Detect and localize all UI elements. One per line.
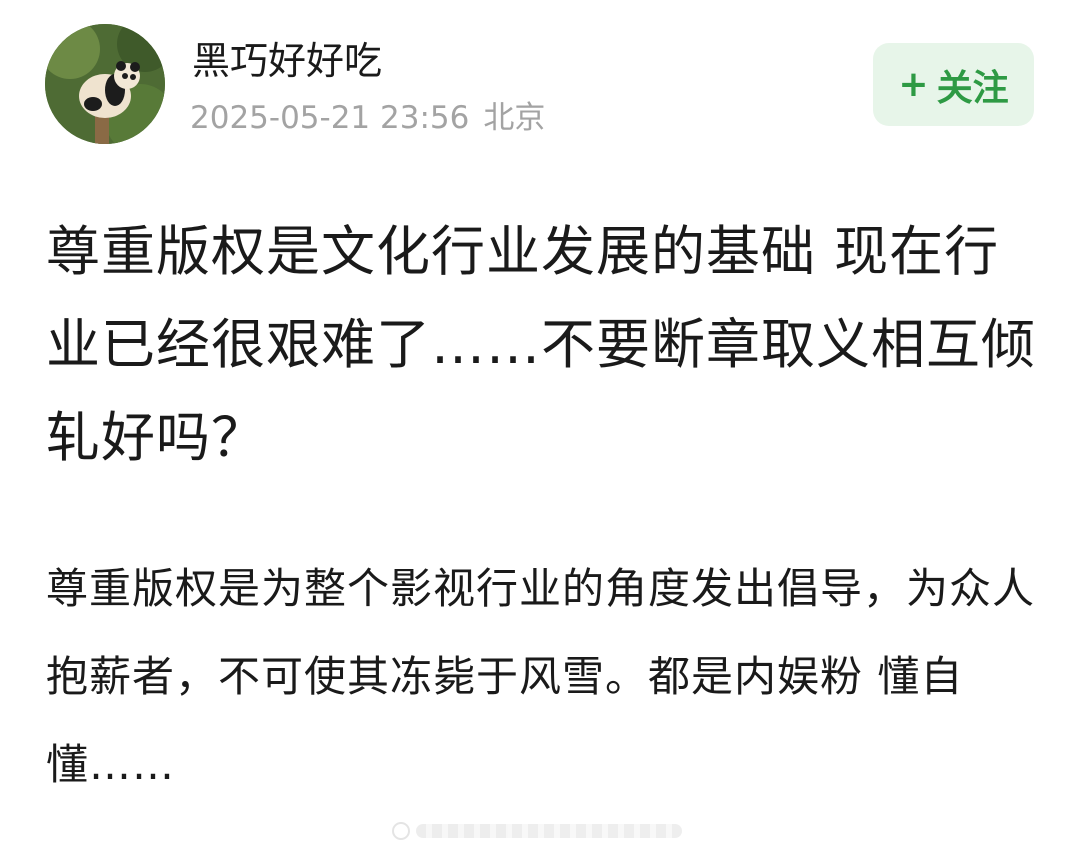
follow-button[interactable]: + 关注	[873, 43, 1034, 126]
watermark-logo	[392, 818, 682, 844]
post-location: 北京	[483, 100, 546, 136]
watermark-circle-icon	[392, 822, 410, 840]
watermark-bar	[416, 824, 682, 838]
post-meta: 2025-05-21 23:56 北京	[190, 98, 545, 138]
post-body: 尊重版权是为整个影视行业的角度发出倡导，为众人抱薪者，不可使其冻毙于风雪。都是内…	[46, 564, 1036, 789]
author-avatar[interactable]	[45, 24, 165, 144]
post-datetime: 2025-05-21 23:56	[190, 100, 470, 136]
author-name[interactable]: 黑巧好好吃	[192, 38, 382, 84]
plus-icon: +	[898, 64, 929, 105]
follow-label: 关注	[936, 67, 1009, 109]
panda-avatar-icon	[45, 24, 165, 144]
post-title: 尊重版权是文化行业发展的基础 现在行业已经很艰难了……不要断章取义相互倾轧好吗？	[46, 220, 1036, 469]
